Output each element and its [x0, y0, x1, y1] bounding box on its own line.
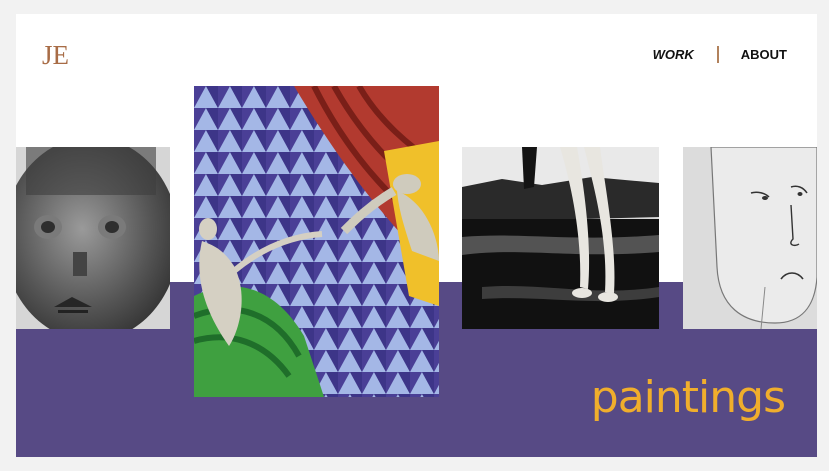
nav-link-work[interactable]: WORK: [653, 47, 694, 62]
section-title: paintings: [590, 372, 786, 423]
nav-link-about[interactable]: ABOUT: [741, 47, 787, 62]
artwork-reaching-figures-image: [194, 86, 439, 397]
site-logo[interactable]: JE: [42, 40, 69, 71]
page-frame: JE WORK ABOUT paintings: [16, 14, 817, 457]
main-nav: WORK ABOUT: [653, 46, 787, 63]
artwork-mask-image: [16, 147, 170, 329]
nav-separator: [716, 46, 719, 63]
artwork-legs-water-image: [462, 147, 659, 329]
artwork-legs-water[interactable]: [462, 147, 659, 329]
artwork-sketch-face-image: [683, 147, 817, 329]
artwork-reaching-figures[interactable]: [194, 86, 439, 397]
artwork-sketch-face[interactable]: [683, 147, 817, 329]
artwork-mask[interactable]: [16, 147, 170, 329]
